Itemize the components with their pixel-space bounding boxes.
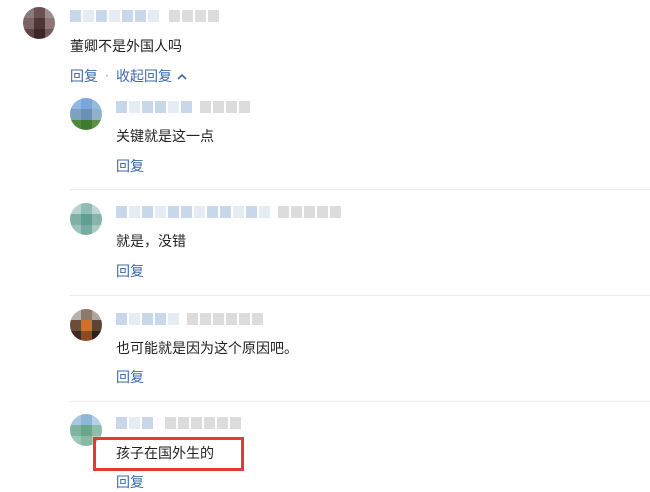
chevron-up-icon[interactable] (177, 72, 187, 82)
reply-button[interactable]: 回复 (116, 158, 144, 176)
avatar[interactable] (70, 203, 102, 235)
reply-text: 就是，没错 (116, 234, 186, 250)
reply-button[interactable]: 回复 (116, 369, 144, 387)
divider (70, 189, 650, 190)
reply-text: 关键就是这一点 (116, 129, 214, 145)
divider (70, 401, 650, 402)
reply-text: 也可能就是因为这个原因吧。 (116, 341, 298, 357)
avatar[interactable] (70, 309, 102, 341)
username-blurred[interactable] (116, 101, 250, 113)
reply-button[interactable]: 回复 (116, 474, 144, 492)
collapse-replies-button[interactable]: 收起回复 (116, 68, 172, 86)
reply-button[interactable]: 回复 (70, 68, 98, 86)
avatar[interactable] (70, 98, 102, 130)
comment-text: 董卿不是外国人吗 (70, 39, 182, 55)
reply-button[interactable]: 回复 (116, 263, 144, 281)
avatar[interactable] (23, 7, 55, 39)
username-blurred[interactable] (116, 206, 341, 218)
divider (70, 295, 650, 296)
username-blurred[interactable] (116, 417, 241, 429)
reply-text: 孩子在国外生的 (116, 446, 214, 462)
separator: · (105, 69, 109, 83)
comment-thread: 董卿不是外国人吗 回复 · 收起回复 关键就是这一点 回复 就是，没错 回复 也… (0, 0, 650, 491)
username-blurred[interactable] (70, 10, 219, 22)
username-blurred[interactable] (116, 313, 263, 325)
